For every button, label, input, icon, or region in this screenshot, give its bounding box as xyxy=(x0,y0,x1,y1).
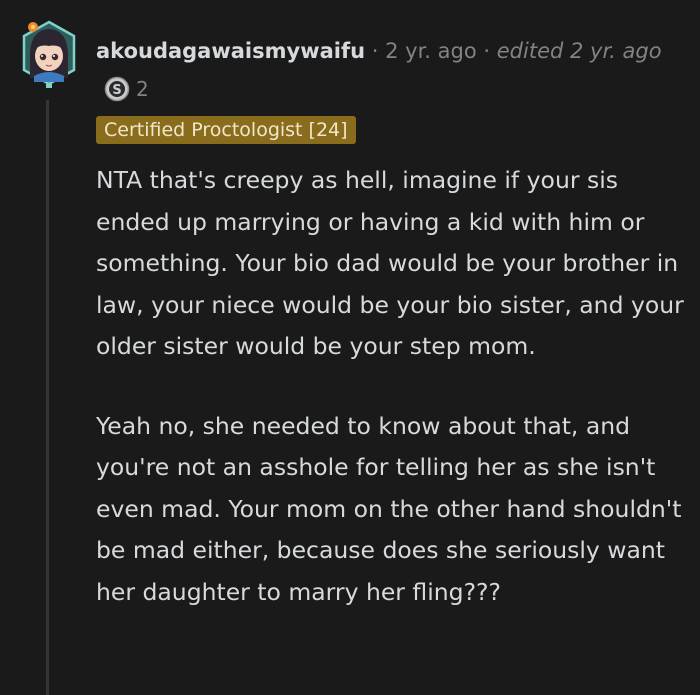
username-link[interactable]: akoudagawaismywaifu xyxy=(96,39,365,63)
award-row[interactable]: S 2 xyxy=(104,76,149,102)
separator: · xyxy=(483,39,491,63)
thread-line[interactable] xyxy=(46,100,49,695)
comment-header: akoudagawaismywaifu · 2 yr. ago · edited… xyxy=(96,36,662,66)
avatar-icon[interactable] xyxy=(20,16,78,96)
svg-text:S: S xyxy=(112,83,121,98)
separator: · xyxy=(371,39,379,63)
silver-award-icon: S xyxy=(104,76,130,102)
user-flair: Certified Proctologist [24] xyxy=(96,116,356,144)
award-count: 2 xyxy=(136,77,149,101)
comment-body: NTA that's creepy as hell, imagine if yo… xyxy=(96,160,686,613)
timestamp[interactable]: 2 yr. ago xyxy=(385,39,477,63)
comment-paragraph: NTA that's creepy as hell, imagine if yo… xyxy=(96,166,684,360)
comment-paragraph: Yeah no, she needed to know about that, … xyxy=(96,411,682,606)
edited-timestamp: edited 2 yr. ago xyxy=(496,39,662,63)
